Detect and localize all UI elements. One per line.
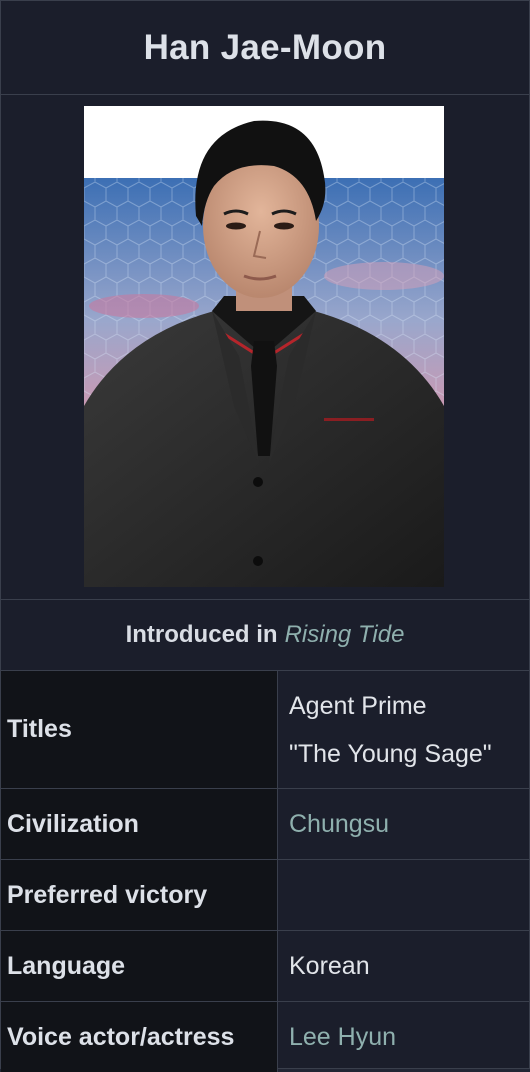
voice-actor-label: Voice actor/actress <box>1 1002 278 1072</box>
language-label: Language <box>1 931 278 1001</box>
row-voice-actor: Voice actor/actress Lee Hyun <box>1 1002 529 1072</box>
preferred-victory-value <box>278 860 529 930</box>
titles-label: Titles <box>1 671 278 788</box>
leader-portrait-image <box>84 106 444 587</box>
leader-portrait[interactable] <box>84 106 444 587</box>
civilization-link[interactable]: Chungsu <box>289 800 529 848</box>
introduced-in-game-link[interactable]: Rising Tide <box>285 621 405 649</box>
infobox-table: Titles Agent Prime "The Young Sage" Civi… <box>1 671 529 1072</box>
row-language: Language Korean <box>1 931 529 1002</box>
titles-value: Agent Prime "The Young Sage" <box>278 671 529 788</box>
infobox-header: Han Jae-Moon <box>1 1 529 95</box>
row-preferred-victory: Preferred victory <box>1 860 529 931</box>
infobox: Han Jae-Moon Introduced in Rising Tide T… <box>0 0 530 1072</box>
voice-actor-link[interactable]: Lee Hyun <box>289 1013 529 1061</box>
row-titles: Titles Agent Prime "The Young Sage" <box>1 671 529 789</box>
introduced-in-row: Introduced in Rising Tide <box>1 600 529 671</box>
voice-actor-value-cell: Lee Hyun <box>278 1002 529 1072</box>
portrait-cell <box>1 95 529 600</box>
language-value: Korean <box>289 952 370 980</box>
row-civilization: Civilization Chungsu <box>1 789 529 860</box>
title-line: Agent Prime <box>289 691 427 720</box>
preferred-victory-label: Preferred victory <box>1 860 278 930</box>
civilization-value-cell: Chungsu <box>278 789 529 859</box>
page-title: Han Jae-Moon <box>143 27 387 67</box>
title-line: "The Young Sage" <box>289 739 492 768</box>
civilization-label: Civilization <box>1 789 278 859</box>
introduced-in-label: Introduced in <box>125 621 278 648</box>
